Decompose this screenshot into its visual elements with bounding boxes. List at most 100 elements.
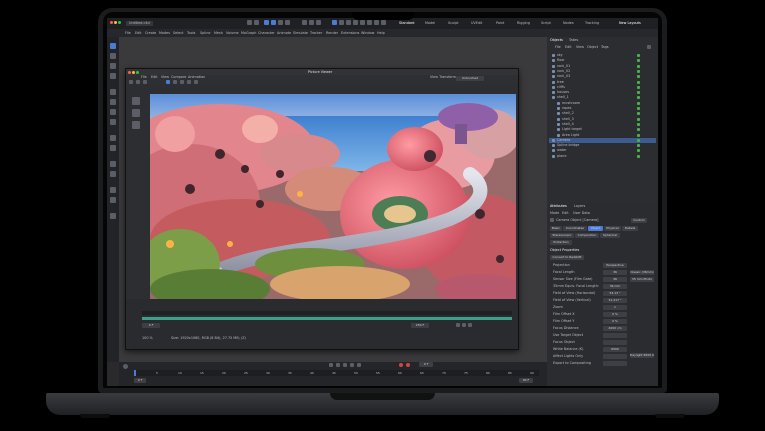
next-frame-icon[interactable] [350,363,354,367]
visibility-check-icon[interactable] [637,64,640,68]
scale-tool-icon[interactable] [278,20,283,25]
edges-mode-icon[interactable] [110,99,116,105]
keyframe-icon[interactable] [406,363,410,367]
select-tool-icon[interactable] [264,20,269,25]
property-value-field[interactable]: 36 [603,270,627,275]
visibility-check-icon[interactable] [637,69,640,73]
current-frame-field[interactable]: 0 F [419,362,433,367]
pv-play-icon[interactable] [456,323,460,327]
property-value-field[interactable]: 36 mm [603,284,627,289]
menu-volume[interactable]: Volume [226,31,239,35]
move-tool-icon[interactable] [271,20,276,25]
subtab-protection[interactable]: Protection [550,240,572,245]
model-mode-icon[interactable] [110,119,116,125]
texture-mode-icon[interactable] [110,135,116,141]
autokey-icon[interactable] [399,363,403,367]
subtab-spherical[interactable]: Spherical [600,233,620,238]
layout-uvedit[interactable]: UVEdit [471,21,482,25]
layout-nodes[interactable]: Nodes [563,21,574,25]
zoom-dot-icon[interactable] [136,70,139,74]
solo-icon[interactable] [110,187,116,193]
menu-extensions[interactable]: Extensions [341,31,359,35]
subtab-object[interactable]: Object [588,226,603,231]
wb-preset-select[interactable]: Daylight 6500 K [630,353,654,358]
deformer-icon[interactable] [360,20,365,25]
close-dot-icon[interactable] [110,21,113,24]
history-icon[interactable] [132,97,140,105]
layout-model[interactable]: Model [425,21,435,25]
info-icon[interactable] [132,121,140,129]
zoom-dot-icon[interactable] [118,21,121,24]
points-mode-icon[interactable] [110,89,116,95]
undo-icon[interactable] [247,20,252,25]
attrs-menu-edit[interactable]: Edit [562,211,569,215]
layout-paint[interactable]: Paint [496,21,504,25]
go-end-icon[interactable] [357,363,361,367]
workplane-icon[interactable] [110,171,116,177]
menu-help[interactable]: Help [377,31,385,35]
menu-mograph[interactable]: MoGraph [241,31,256,35]
view-transform-select[interactable]: Untouched [456,75,484,81]
attrs-menu-mode[interactable]: Mode [550,211,559,215]
property-value-field[interactable] [603,354,627,359]
pv-menu-edit[interactable]: Edit [151,75,158,79]
subtab-details[interactable]: Details [622,226,638,231]
pv-menu-compare[interactable]: Compare [171,75,186,79]
stop-icon[interactable] [136,80,140,84]
property-value-field[interactable]: 0 % [603,319,627,324]
menu-create[interactable]: Create [145,31,156,35]
property-value-field[interactable]: 0 % [603,312,627,317]
end-frame-field[interactable]: 90 F [519,378,533,383]
menu-spline[interactable]: Spline [200,31,210,35]
cloner-icon[interactable] [353,20,358,25]
layers-icon[interactable] [132,109,140,117]
visibility-check-icon[interactable] [637,138,640,142]
visibility-check-icon[interactable] [637,59,640,63]
property-value-field[interactable]: 6500 [603,347,627,352]
grid-icon[interactable] [110,213,116,219]
visibility-check-icon[interactable] [637,75,640,79]
pv-scrub-bar[interactable] [142,311,512,315]
property-value-field[interactable]: 36 [603,277,627,282]
visibility-check-icon[interactable] [637,133,640,137]
pv-loop-icon[interactable] [468,323,472,327]
tab-takes[interactable]: Takes [569,38,578,42]
sensor-preset-select[interactable]: 35 mm Photo [630,277,654,282]
menu-window[interactable]: Window [361,31,374,35]
subtab-stereoscopic[interactable]: Stereoscopic [550,233,574,238]
rotate-icon[interactable] [110,73,116,79]
object-row[interactable]: plane [549,154,656,159]
display-icon[interactable] [166,80,170,84]
redo-icon[interactable] [254,20,259,25]
objects-menu-object[interactable]: Object [587,45,598,49]
camera-icon[interactable] [374,20,379,25]
layout-tracking[interactable]: Tracking [585,21,599,25]
timeline-ruler[interactable] [134,370,539,376]
pv-frame-field[interactable]: 0 F [142,323,160,328]
menu-render[interactable]: Render [326,31,338,35]
move-icon[interactable] [110,53,116,59]
focal-preset-select[interactable]: Classic (36mm) [630,270,654,275]
visibility-check-icon[interactable] [637,54,640,57]
menu-select[interactable]: Select [173,31,183,35]
pv-zoom-readout[interactable]: 100 % [142,336,153,340]
visibility-check-icon[interactable] [637,85,640,89]
playhead-marker[interactable] [134,370,136,376]
objects-menu-edit[interactable]: Edit [565,45,572,49]
attrs-menu-userdata[interactable]: User Data [573,211,590,215]
menu-simulate[interactable]: Simulate [293,31,308,35]
go-start-icon[interactable] [329,363,333,367]
record-icon[interactable] [123,364,128,369]
rotate-tool-icon[interactable] [285,20,290,25]
new-layouts-button[interactable]: New Layouts [619,21,641,25]
file-tab[interactable]: Untitled.c4d [126,21,153,27]
minimize-dot-icon[interactable] [132,70,135,74]
axis-mode-icon[interactable] [110,145,116,151]
start-frame-field[interactable]: 0 F [134,378,146,383]
pv-end-frame-field[interactable]: 250 F [411,323,429,328]
region-icon[interactable] [143,80,147,84]
polygons-mode-icon[interactable] [110,109,116,115]
menu-modes[interactable]: Modes [159,31,170,35]
tab-attributes[interactable]: Attributes [550,204,567,208]
play-icon[interactable] [343,363,347,367]
